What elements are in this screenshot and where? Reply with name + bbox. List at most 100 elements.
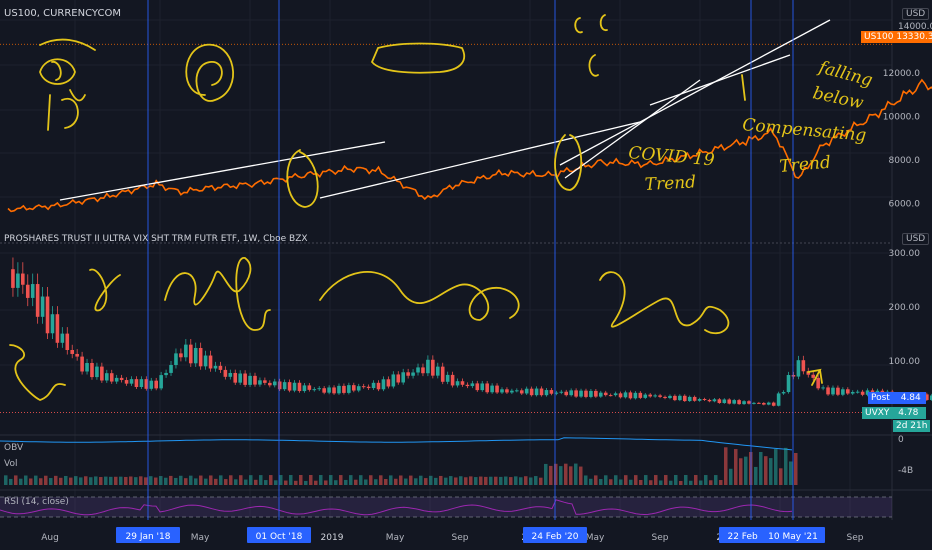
volume-bar: [774, 449, 778, 485]
uvxy-candle-body: [653, 395, 657, 397]
volume-bar: [379, 475, 383, 485]
uvxy-candle-body: [179, 353, 183, 358]
volume-bar: [564, 463, 568, 485]
uvxy-candle-body: [248, 375, 252, 385]
volume-bar: [754, 466, 758, 485]
top-y-tick-1: 8000.0: [889, 156, 921, 166]
rsi-band: [0, 497, 892, 517]
volume-bar: [139, 476, 143, 485]
uvxy-candle-body: [337, 385, 341, 394]
uvxy-candle-body: [253, 375, 257, 385]
volume-bar: [79, 477, 83, 485]
x-axis-highlight-label-1: 01 Oct '18: [256, 532, 303, 542]
uvxy-candle-body: [811, 374, 816, 378]
volume-bar: [284, 480, 288, 485]
uvxy-candle-body: [692, 396, 697, 401]
currency-button-top[interactable]: USD: [902, 8, 930, 20]
volume-bar: [94, 476, 98, 485]
currency-button-bottom[interactable]: USD: [902, 233, 930, 245]
volume-bar: [569, 466, 573, 485]
price-badge-symbol: US100: [864, 32, 894, 42]
annotation-comp-line-2: Trend: [779, 153, 832, 177]
volume-bar: [659, 480, 663, 485]
uvxy-candle-body: [381, 379, 386, 390]
obv-axis-low: -4B: [898, 466, 914, 476]
uvxy-candle-body: [371, 382, 376, 389]
volume-bar: [434, 477, 438, 485]
uvxy-y-tick-1: 200.00: [889, 303, 921, 313]
volume-bar: [384, 478, 388, 485]
volume-bar: [174, 477, 178, 485]
volume-bar: [59, 477, 63, 485]
chart-container[interactable]: 6000.0 8000.0 10000.0 12000.0 100.00 200.00 30…: [0, 0, 932, 550]
uvxy-candle-body: [312, 389, 317, 391]
uvxy-candle-body: [302, 385, 307, 392]
uvxy-candle-body: [786, 375, 791, 393]
volume-bar: [304, 480, 308, 485]
uvxy-candle-body: [198, 347, 203, 367]
uvxy-candle-body: [134, 379, 139, 388]
uvxy-candle-body: [584, 390, 588, 397]
volume-bar: [354, 479, 358, 485]
doodle-spiral: [185, 44, 234, 102]
uvxy-candle-body: [361, 386, 366, 388]
uvxy-candle-body: [747, 401, 751, 404]
uvxy-candle-body: [287, 382, 292, 391]
uvxy-candle-body: [668, 395, 672, 399]
x-axis-highlight-label-4: 10 May '21: [768, 532, 818, 542]
volume-bar: [674, 475, 678, 485]
volume-bar: [244, 479, 248, 485]
uvxy-candle-body: [243, 373, 247, 385]
uvxy-candle-body: [114, 377, 119, 382]
x-axis-highlight-label-0: 29 Jan '18: [126, 532, 171, 542]
uvxy-candle-body: [426, 359, 430, 374]
volume-bar: [319, 475, 323, 485]
uvxy-y-tick-2: 300.00: [889, 249, 921, 259]
volume-bar: [444, 477, 448, 485]
volume-bar: [789, 461, 793, 485]
volume-bar: [644, 475, 648, 485]
volume-bar: [559, 466, 563, 485]
volume-bar: [709, 480, 713, 485]
uvxy-candle-body: [490, 385, 494, 393]
uvxy-candle-body: [737, 400, 741, 405]
volume-bar: [734, 449, 738, 485]
volume-bar: [129, 476, 133, 485]
volume-bar: [19, 478, 23, 485]
uvxy-candle-body: [594, 390, 598, 397]
uvxy-candle-body: [697, 399, 702, 401]
uvxy-candle-body: [406, 372, 410, 376]
uvxy-candle-body: [742, 401, 746, 405]
volume-bar: [109, 476, 113, 485]
uvxy-candle-body: [534, 388, 539, 396]
chart-canvas[interactable]: 6000.0 8000.0 10000.0 12000.0 100.00 200.00 30…: [0, 0, 932, 550]
volume-bar: [549, 465, 553, 485]
obv-line: [0, 437, 793, 451]
volume-bar: [159, 476, 163, 485]
volume-bar: [524, 476, 528, 485]
uvxy-candle-body: [411, 372, 415, 376]
uvxy-candle-body: [618, 393, 623, 398]
uvxy-candle-body: [164, 372, 168, 376]
volume-bar: [114, 476, 118, 485]
volume-bar: [459, 476, 463, 485]
uvxy-candle-body: [233, 372, 238, 383]
volume-bar: [134, 477, 138, 485]
bottom-chart-title: PROSHARES TRUST II ULTRA VIX SHT TRM FUT…: [4, 234, 308, 244]
uvxy-candle-body: [766, 402, 771, 405]
x-axis-label-0: Aug: [41, 533, 59, 543]
volume-bar: [194, 478, 198, 485]
uvxy-candle-body: [599, 392, 603, 397]
volume-bar: [219, 475, 223, 485]
uvxy-candle-body: [174, 353, 178, 366]
volume-bar: [289, 475, 293, 485]
uvxy-candle-body: [648, 394, 652, 397]
ticker-label: UVXY: [865, 408, 890, 418]
volume-bar: [359, 475, 363, 485]
volume-bar: [209, 475, 213, 485]
uvxy-candle-body: [470, 383, 475, 387]
uvxy-candle-body: [396, 374, 401, 383]
doodle-circle-2020: [554, 134, 583, 191]
uvxy-candle-body: [272, 381, 277, 386]
volume-bar: [469, 476, 473, 485]
